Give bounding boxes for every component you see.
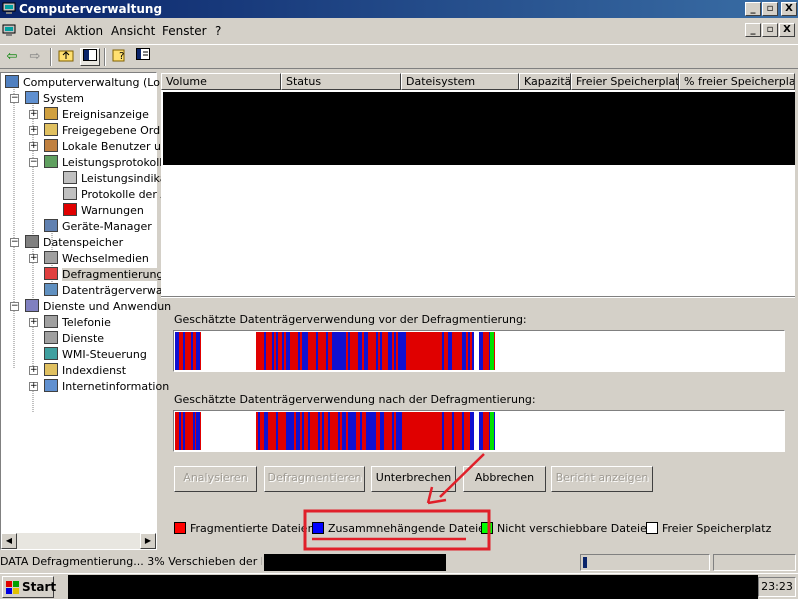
redacted-file-path	[264, 554, 446, 571]
status-volume: DATA	[0, 555, 29, 568]
annotation-arrow-shaft	[439, 453, 485, 498]
status-pane-empty	[713, 554, 796, 571]
status-bar: DATA Defragmentierung... 3% Verschieben …	[0, 552, 798, 572]
redacted-taskbar-items	[68, 575, 758, 599]
progress-fill	[583, 557, 587, 568]
progress-bar	[580, 554, 710, 571]
start-label: Start	[22, 580, 57, 594]
annotation-highlight-box	[303, 509, 491, 551]
status-percent: 3%	[147, 555, 165, 568]
taskbar-clock: 23:23	[758, 577, 796, 597]
windows-logo-icon	[6, 581, 19, 594]
status-message: Verschieben der Datei	[168, 555, 262, 568]
taskbar: Start 23:23	[0, 573, 798, 599]
status-text: DATA Defragmentierung... 3% Verschieben …	[0, 554, 262, 571]
annotation-overlay	[303, 453, 491, 551]
start-button[interactable]: Start	[2, 576, 57, 598]
status-activity: Defragmentierung...	[31, 555, 144, 568]
